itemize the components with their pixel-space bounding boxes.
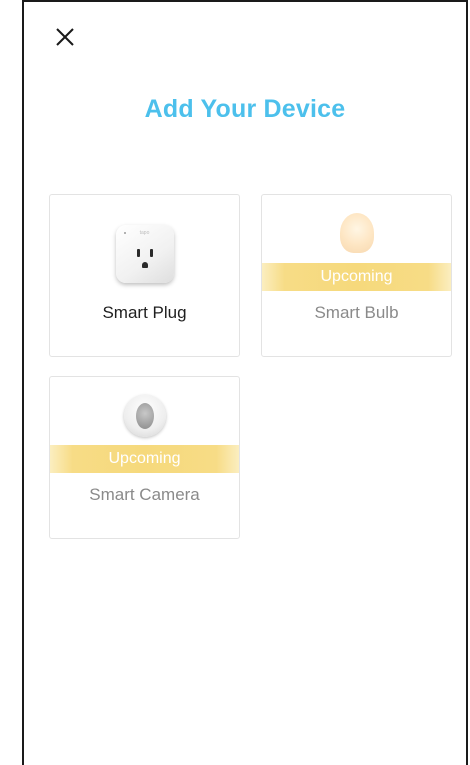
- upcoming-badge-smart-camera: Upcoming: [50, 445, 239, 473]
- device-card-smart-plug[interactable]: tapo Smart Plug: [49, 194, 240, 357]
- page-title: Add Your Device: [144, 95, 346, 123]
- smart-plug-icon: tapo: [115, 225, 174, 283]
- device-label-smart-bulb: Smart Bulb: [314, 303, 399, 322]
- add-device-screen: Add Your Device tapo Smart Plug Upcoming…: [22, 0, 468, 765]
- device-card-smart-bulb[interactable]: Upcoming Smart Bulb: [261, 194, 452, 357]
- smart-camera-icon: [123, 395, 166, 437]
- device-label-smart-camera: Smart Camera: [89, 485, 200, 504]
- close-icon[interactable]: [52, 24, 78, 50]
- device-card-smart-camera[interactable]: Upcoming Smart Camera: [49, 376, 240, 539]
- device-label-smart-plug: Smart Plug: [102, 303, 187, 322]
- upcoming-badge-smart-bulb: Upcoming: [262, 263, 451, 291]
- smart-bulb-icon: [339, 213, 374, 253]
- close-button[interactable]: [52, 24, 78, 50]
- plug-brand-text: tapo: [139, 230, 150, 236]
